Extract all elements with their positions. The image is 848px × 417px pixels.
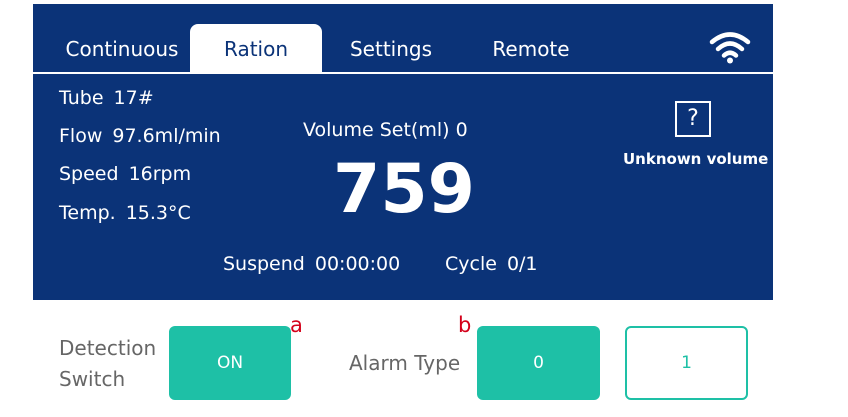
volume-current: 759 [333,150,475,229]
tube-value: 17# [113,87,154,109]
tube-info: Tube 17# [59,87,154,109]
volume-set: Volume Set(ml) 0 [303,119,468,141]
volume-set-label: Volume Set(ml) [303,119,450,141]
ration-panel: Continuous Ration Settings Remote Tube 17… [33,4,773,300]
cycle-status: Cycle 0/1 [445,253,538,275]
unknown-volume-label: Unknown volume [623,150,769,168]
alarm-type-0-button[interactable]: 0 [477,326,600,400]
flow-info: Flow 97.6ml/min [59,125,221,147]
alarm-type-1-button[interactable]: 1 [625,326,748,400]
tab-continuous[interactable]: Continuous [47,24,197,72]
wifi-icon[interactable] [709,30,751,64]
temp-info: Temp. 15.3°C [59,202,191,224]
detection-label-line2: Switch [59,367,126,391]
tab-ration[interactable]: Ration [190,24,322,72]
temp-value: 15.3°C [125,202,191,224]
detection-switch-button[interactable]: ON [169,326,291,400]
temp-label: Temp. [59,202,116,224]
tab-remote[interactable]: Remote [471,24,591,72]
detection-switch-label: Detection Switch [59,333,156,395]
cycle-label: Cycle [445,253,497,275]
suspend-value: 00:00:00 [314,253,401,275]
detection-label-line1: Detection [59,336,157,360]
speed-value: 16rpm [128,163,192,185]
speed-label: Speed [59,163,119,185]
cycle-value: 0/1 [506,253,538,275]
suspend-label: Suspend [223,253,305,275]
speed-info: Speed 16rpm [59,163,191,185]
unknown-volume-icon[interactable]: ? [675,101,711,137]
tab-bar: Continuous Ration Settings Remote [33,4,773,72]
flow-label: Flow [59,125,103,147]
volume-set-value: 0 [455,119,468,141]
marker-a: a [290,313,303,337]
marker-b: b [458,313,472,337]
alarm-type-label: Alarm Type [349,351,461,375]
tab-settings[interactable]: Settings [329,24,453,72]
flow-value: 97.6ml/min [112,125,221,147]
tube-label: Tube [59,87,104,109]
suspend-status: Suspend 00:00:00 [223,253,400,275]
tab-divider [33,72,773,74]
